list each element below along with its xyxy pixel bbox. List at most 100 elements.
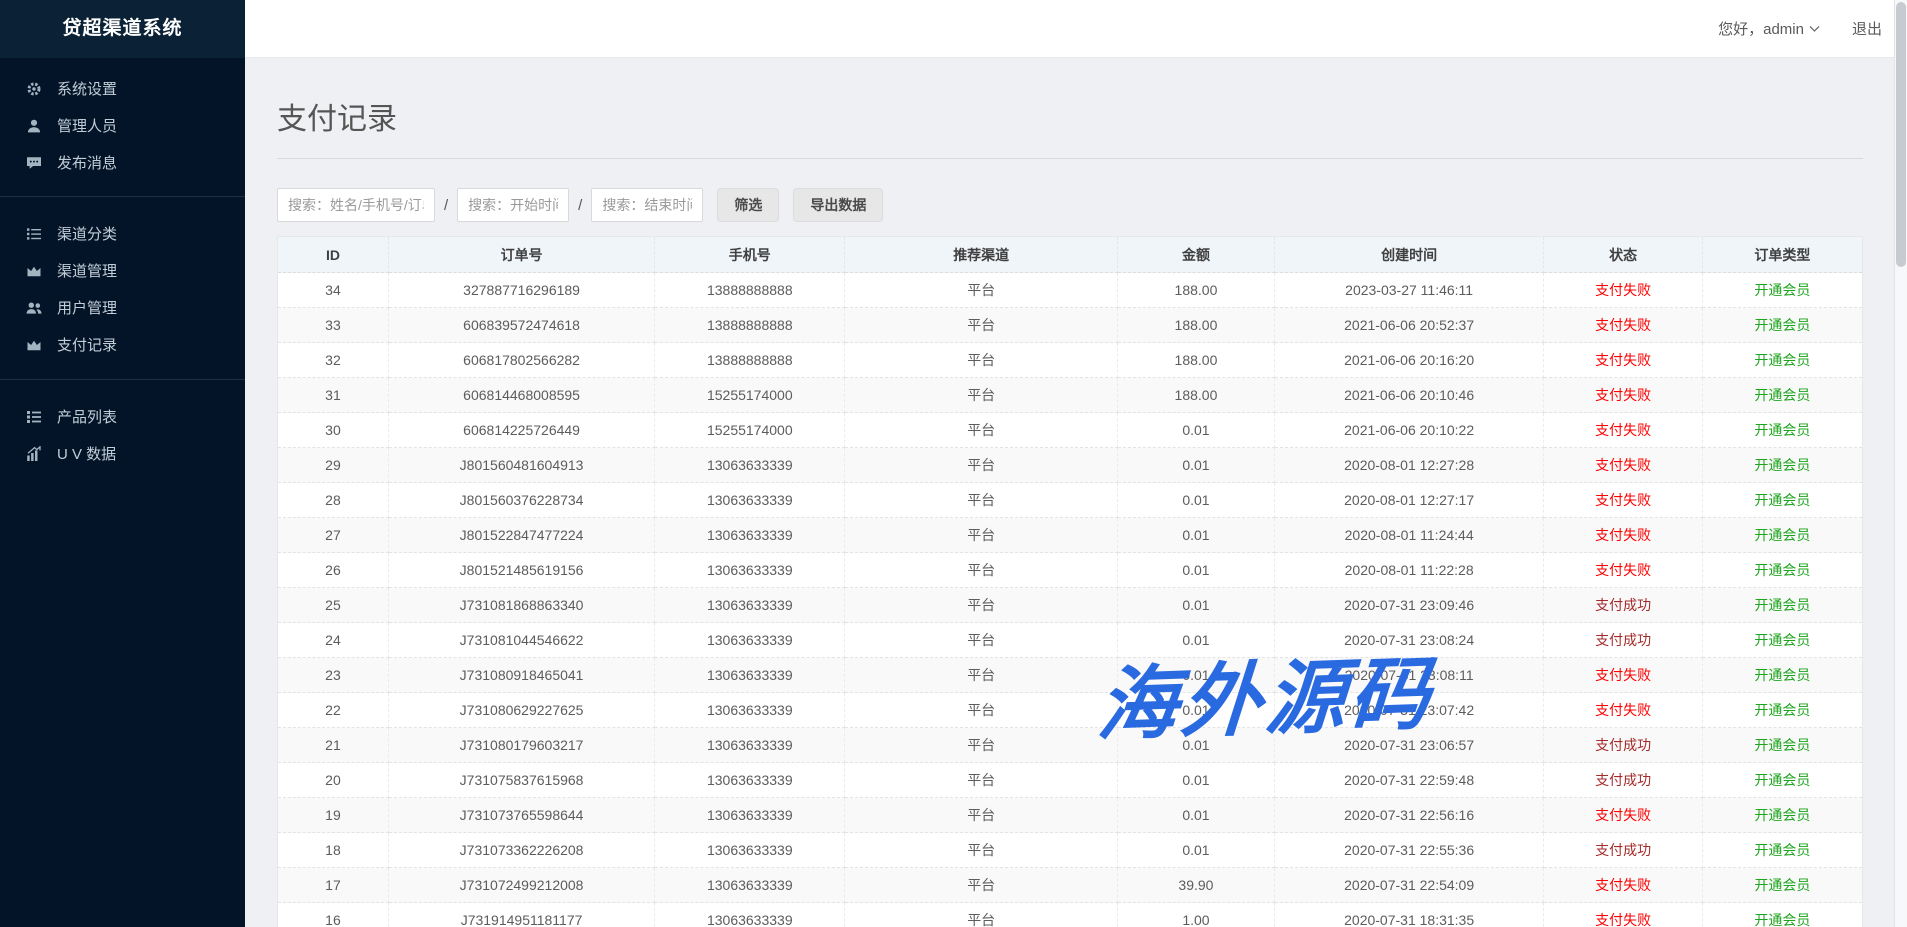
cell-id: 31 (278, 378, 389, 413)
cell-order_type: 开通会员 (1702, 763, 1862, 798)
cell-status: 支付失败 (1544, 308, 1703, 343)
cell-status: 支付失败 (1544, 518, 1703, 553)
cell-order_no: 606839572474618 (388, 308, 654, 343)
table-row: 23J73108091846504113063633339平台0.012020-… (278, 658, 1863, 693)
sidebar-item-label: 发布消息 (57, 152, 117, 173)
cell-phone: 13063633339 (655, 658, 845, 693)
cell-created: 2020-08-01 12:27:17 (1274, 483, 1543, 518)
sidebar-item-channel-category[interactable]: 渠道分类 (0, 215, 245, 252)
cell-id: 33 (278, 308, 389, 343)
user-icon (26, 118, 43, 134)
cell-order_type: 开通会员 (1702, 868, 1862, 903)
cell-id: 20 (278, 763, 389, 798)
cell-status: 支付失败 (1544, 903, 1703, 927)
logout-link[interactable]: 退出 (1852, 18, 1882, 39)
sidebar-item-payment-records[interactable]: 支付记录 (0, 326, 245, 363)
cell-order_type: 开通会员 (1702, 833, 1862, 868)
start-time-input[interactable] (457, 188, 569, 222)
sidebar-item-label: 用户管理 (57, 297, 117, 318)
table-row: 17J73107249921200813063633339平台39.902020… (278, 868, 1863, 903)
user-menu[interactable]: 您好，admin (1718, 18, 1820, 39)
cell-created: 2020-08-01 11:24:44 (1274, 518, 1543, 553)
sidebar-item-publish-message[interactable]: 发布消息 (0, 144, 245, 181)
crown-icon (26, 263, 43, 279)
cell-channel: 平台 (845, 868, 1118, 903)
cell-order_no: J731080918465041 (388, 658, 654, 693)
topbar: 您好，admin 退出 (245, 0, 1894, 58)
table-row: 26J80152148561915613063633339平台0.012020-… (278, 553, 1863, 588)
cell-status: 支付成功 (1544, 763, 1703, 798)
cell-order_no: J801521485619156 (388, 553, 654, 588)
cell-phone: 13063633339 (655, 903, 845, 927)
export-data-button[interactable]: 导出数据 (793, 188, 883, 222)
cell-id: 30 (278, 413, 389, 448)
cell-id: 21 (278, 728, 389, 763)
cell-status: 支付成功 (1544, 623, 1703, 658)
sidebar-item-channel-manage[interactable]: 渠道管理 (0, 252, 245, 289)
cell-amount: 188.00 (1118, 273, 1275, 308)
cell-phone: 13888888888 (655, 343, 845, 378)
cell-amount: 0.01 (1118, 448, 1275, 483)
cell-channel: 平台 (845, 343, 1118, 378)
cell-id: 34 (278, 273, 389, 308)
sidebar-item-label: 产品列表 (57, 406, 117, 427)
table-row: 18J73107336222620813063633339平台0.012020-… (278, 833, 1863, 868)
cell-order_no: J731080179603217 (388, 728, 654, 763)
cell-created: 2021-06-06 20:10:22 (1274, 413, 1543, 448)
cell-created: 2020-07-31 23:06:57 (1274, 728, 1543, 763)
cell-amount: 0.01 (1118, 798, 1275, 833)
cell-amount: 0.01 (1118, 693, 1275, 728)
cell-id: 22 (278, 693, 389, 728)
cell-created: 2021-06-06 20:52:37 (1274, 308, 1543, 343)
table-row: 16J73191495118117713063633339平台1.002020-… (278, 903, 1863, 927)
cell-phone: 13063633339 (655, 623, 845, 658)
cell-status: 支付成功 (1544, 588, 1703, 623)
cell-phone: 13063633339 (655, 833, 845, 868)
table-row: 24J73108104454662213063633339平台0.012020-… (278, 623, 1863, 658)
sidebar-item-product-list[interactable]: 产品列表 (0, 398, 245, 435)
cell-status: 支付失败 (1544, 868, 1703, 903)
sidebar-item-uv-data[interactable]: U V 数据 (0, 435, 245, 472)
end-time-input[interactable] (591, 188, 703, 222)
search-keyword-input[interactable] (277, 188, 435, 222)
scrollbar-thumb[interactable] (1896, 2, 1906, 267)
cell-order_no: 606814468008595 (388, 378, 654, 413)
vertical-scrollbar[interactable] (1894, 0, 1907, 927)
main-content: 支付记录 / / 筛选 导出数据 ID 订单号 手机号 推荐渠道 金额 创建时间… (245, 58, 1894, 927)
sidebar-item-user-manage[interactable]: 用户管理 (0, 289, 245, 326)
cell-phone: 13888888888 (655, 308, 845, 343)
cell-status: 支付失败 (1544, 273, 1703, 308)
col-header-status: 状态 (1544, 237, 1703, 273)
cell-phone: 13888888888 (655, 273, 845, 308)
table-row: 3432788771629618913888888888平台188.002023… (278, 273, 1863, 308)
table-row: 22J73108062922762513063633339平台0.012020-… (278, 693, 1863, 728)
cell-order_type: 开通会员 (1702, 448, 1862, 483)
filter-toolbar: / / 筛选 导出数据 (277, 188, 1863, 222)
cell-order_no: J731073765598644 (388, 798, 654, 833)
cell-status: 支付失败 (1544, 798, 1703, 833)
table-row: 3060681422572644915255174000平台0.012021-0… (278, 413, 1863, 448)
cell-created: 2020-08-01 11:22:28 (1274, 553, 1543, 588)
chevron-down-icon (1809, 25, 1820, 33)
sidebar-item-system-settings[interactable]: 系统设置 (0, 70, 245, 107)
cell-order_no: J731072499212008 (388, 868, 654, 903)
cell-id: 17 (278, 868, 389, 903)
sidebar-group-3: 产品列表 U V 数据 (0, 379, 245, 488)
sidebar-item-label: U V 数据 (57, 443, 116, 464)
sidebar-item-label: 支付记录 (57, 334, 117, 355)
separator-slash: / (578, 197, 582, 214)
cell-phone: 15255174000 (655, 378, 845, 413)
cell-order_no: 606817802566282 (388, 343, 654, 378)
sidebar: 贷超渠道系统 系统设置 管理人员 发布消息 (0, 0, 245, 927)
filter-button[interactable]: 筛选 (717, 188, 779, 222)
sidebar-item-admin-staff[interactable]: 管理人员 (0, 107, 245, 144)
cell-amount: 0.01 (1118, 518, 1275, 553)
cell-channel: 平台 (845, 448, 1118, 483)
cell-order_no: J731080629227625 (388, 693, 654, 728)
crown-icon (26, 337, 43, 353)
cell-amount: 0.01 (1118, 728, 1275, 763)
sidebar-item-label: 系统设置 (57, 78, 117, 99)
cell-status: 支付失败 (1544, 483, 1703, 518)
cell-status: 支付失败 (1544, 553, 1703, 588)
chart-icon (26, 446, 43, 462)
